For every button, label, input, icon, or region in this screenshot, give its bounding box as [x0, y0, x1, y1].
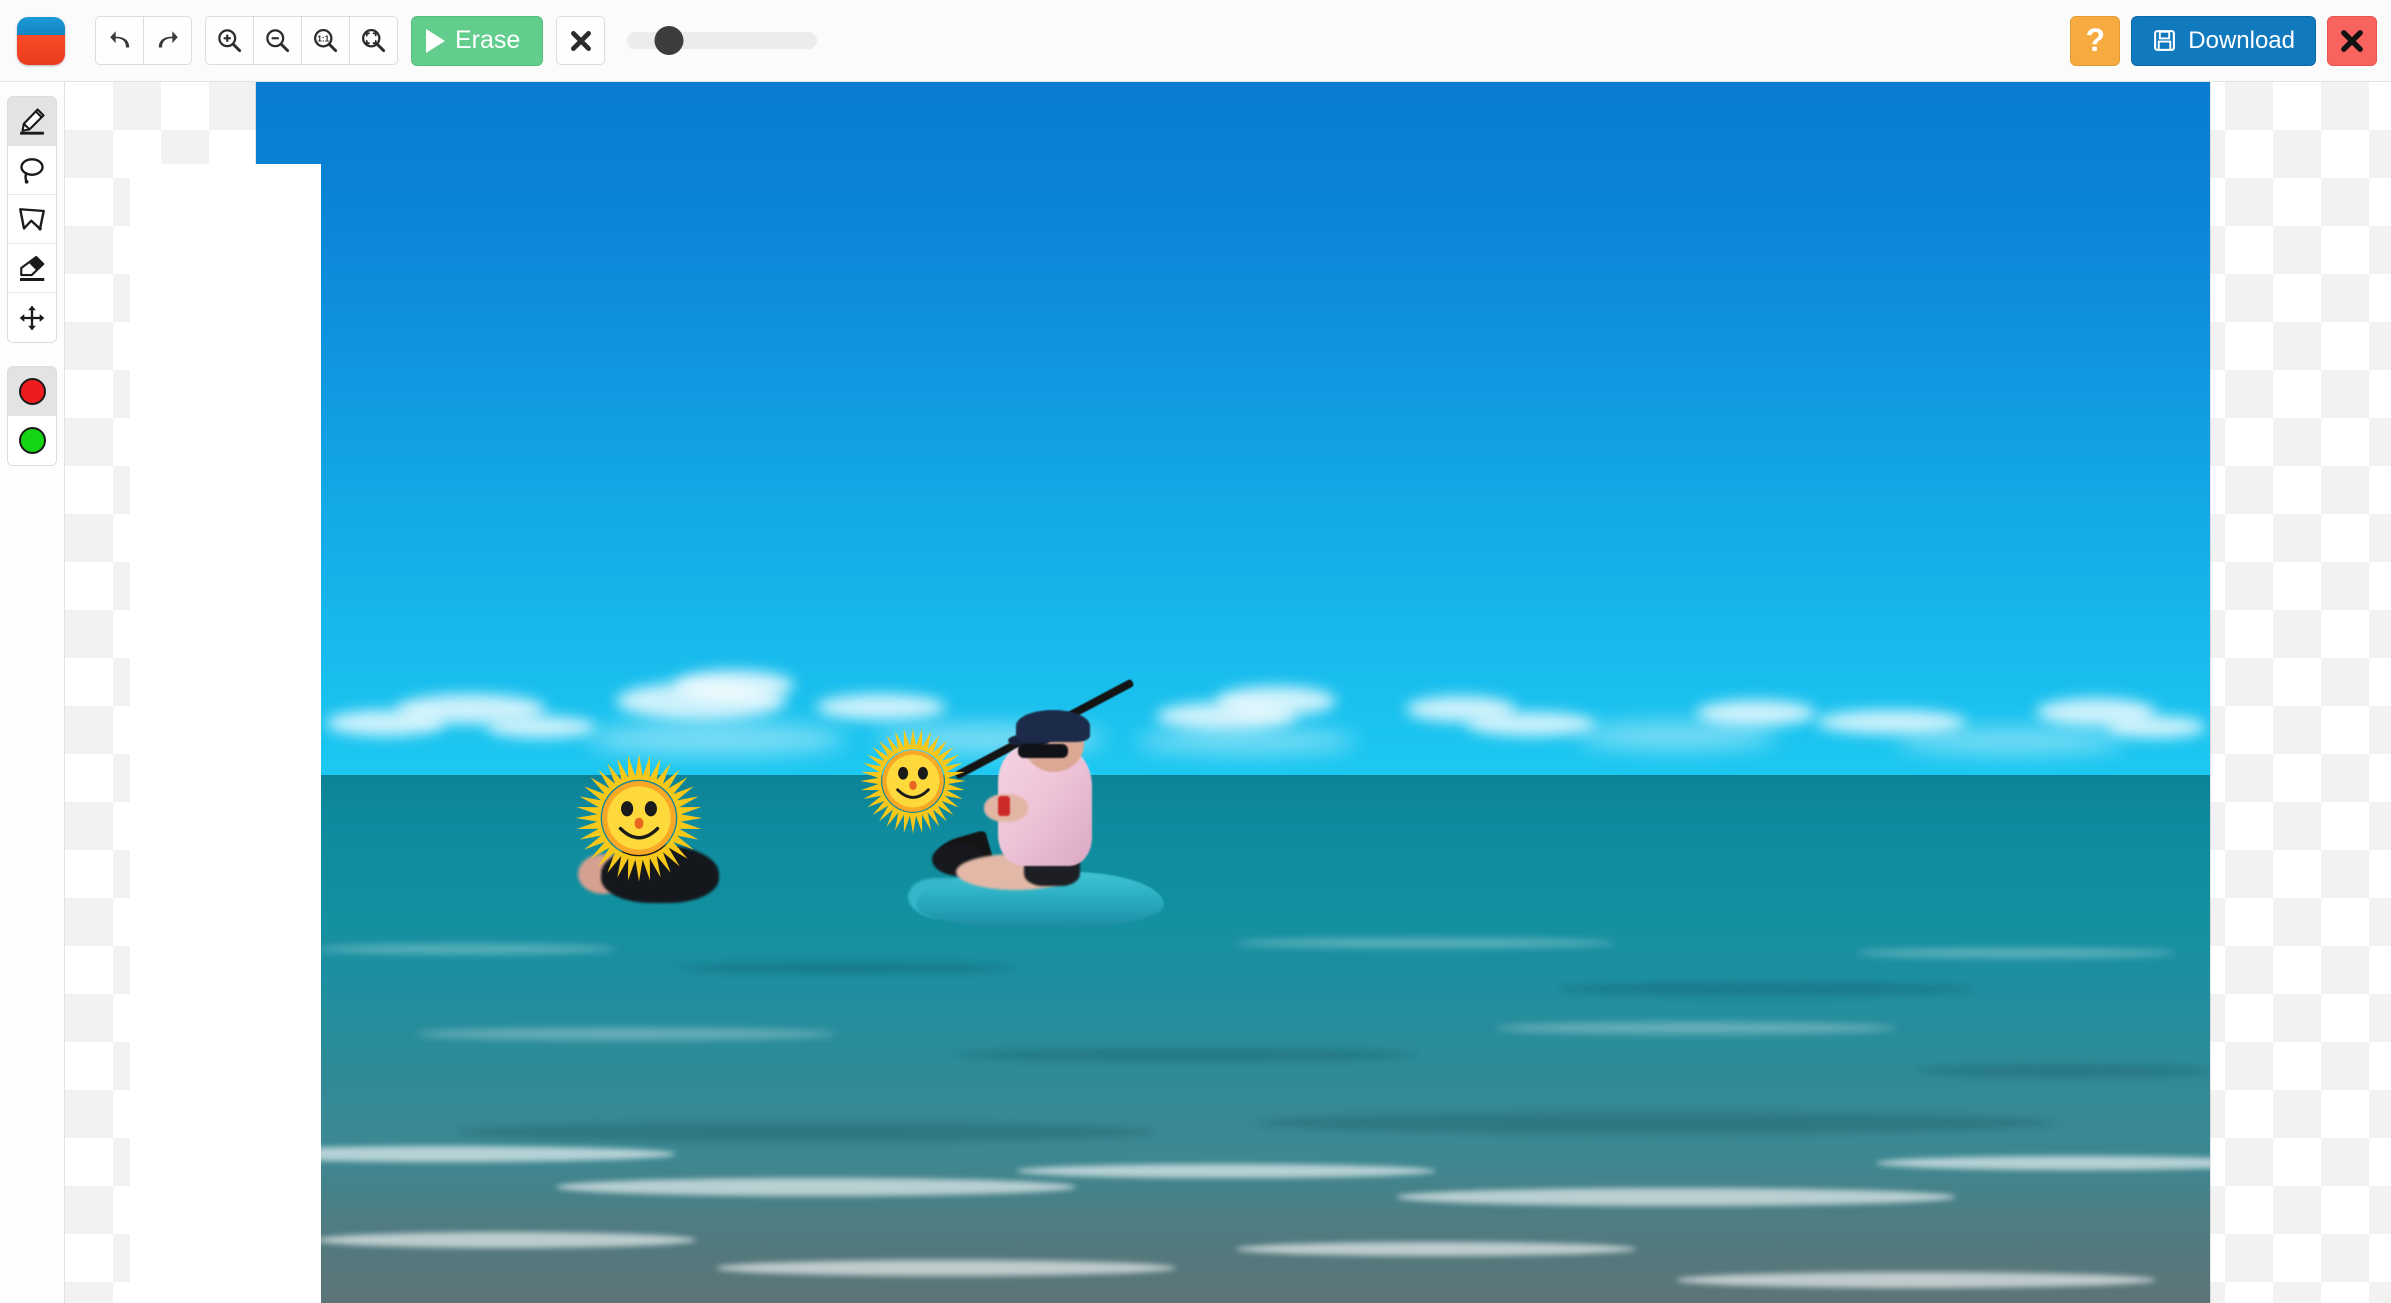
undo-arrow-icon	[109, 30, 129, 47]
wave-ripple	[416, 1028, 836, 1040]
x-close-icon	[2341, 29, 2363, 52]
clear-selection-button[interactable]	[556, 16, 606, 65]
close-button[interactable]	[2327, 15, 2377, 66]
cloud	[816, 694, 946, 720]
foam-streak	[556, 1178, 1076, 1196]
sun-smiley-icon	[860, 728, 966, 834]
lasso-icon	[20, 158, 44, 184]
move-arrows-icon	[19, 305, 45, 330]
polygon-icon	[19, 208, 45, 231]
svg-text:1:1: 1:1	[317, 34, 329, 44]
cloud	[1466, 712, 1596, 736]
eraser-app-logo	[17, 16, 65, 65]
green-circle-icon	[18, 427, 46, 454]
editing-image[interactable]	[256, 82, 2210, 1303]
canvas-checkerboard[interactable]	[65, 82, 2391, 1303]
foam-streak	[1236, 1242, 1636, 1256]
erase-button-label: Erase	[455, 26, 521, 54]
zoom-out-button[interactable]	[253, 16, 302, 65]
magnifier-plus-icon	[218, 29, 242, 53]
image-sea-far	[256, 775, 2210, 905]
top-toolbar: 1:1 Erase ? Download	[0, 0, 2391, 82]
redo-button[interactable]	[143, 16, 192, 65]
wave-ripple	[1916, 1064, 2210, 1078]
paddler-sunglasses	[1018, 744, 1068, 758]
play-triangle-icon	[426, 28, 445, 53]
brush-size-slider[interactable]	[627, 16, 818, 66]
cloud	[1136, 728, 1356, 754]
cloud	[486, 716, 596, 738]
wave-ripple	[1256, 1112, 2056, 1134]
logo-bottom-band	[17, 34, 65, 65]
sidebar-item-lasso[interactable]	[8, 146, 56, 195]
wave-ripple	[676, 962, 1016, 974]
image-sky	[256, 82, 2210, 775]
zoom-fit-button[interactable]	[349, 16, 398, 65]
paddler-wristband	[998, 796, 1010, 816]
foam-streak	[716, 1260, 1176, 1276]
erase-button[interactable]: Erase	[411, 15, 544, 66]
undo-button[interactable]	[95, 16, 144, 65]
foam-streak	[1676, 1272, 2156, 1288]
download-button[interactable]: Download	[2131, 15, 2316, 66]
foam-streak	[316, 1232, 696, 1248]
sun-emoji-swimmer[interactable]	[573, 752, 705, 884]
sun-smiley-icon	[575, 754, 703, 882]
left-tool-rail	[0, 82, 65, 1303]
question-mark-icon: ?	[2085, 22, 2106, 58]
foam-streak	[1016, 1164, 1436, 1178]
cloud	[1696, 700, 1816, 726]
cloud	[1576, 722, 1776, 750]
canvas-left-padding	[130, 164, 321, 1303]
wave-ripple	[1496, 1022, 1896, 1034]
cloud	[2106, 716, 2206, 738]
color-swatch-red[interactable]	[8, 367, 56, 416]
paddler-cap	[1016, 710, 1090, 742]
magnifier-fit-icon	[362, 29, 386, 53]
cloud	[1216, 686, 1336, 716]
wave-ripple	[1236, 938, 1616, 948]
sidebar-item-eraser[interactable]	[8, 244, 56, 293]
toolbar-right-group: ? Download	[2070, 15, 2391, 66]
logo-top-band	[17, 16, 65, 35]
cloud	[1896, 728, 2126, 754]
wave-ripple	[1556, 982, 1976, 996]
cloud	[674, 670, 794, 700]
toolbar-left-group: 1:1 Erase	[0, 15, 818, 66]
magnifier-minus-icon	[266, 29, 290, 53]
cloud	[586, 722, 846, 756]
history-button-group	[95, 16, 192, 65]
red-circle-icon	[18, 377, 46, 405]
sidebar-item-move[interactable]	[8, 293, 56, 342]
drawing-tool-stack	[7, 96, 57, 343]
floppy-disk-icon	[2154, 30, 2176, 51]
slider-thumb[interactable]	[654, 26, 684, 55]
sidebar-item-marker[interactable]	[8, 97, 56, 146]
color-swatch-stack	[7, 366, 57, 466]
x-mark-icon	[570, 30, 591, 51]
download-button-label: Download	[2188, 26, 2295, 54]
zoom-in-button[interactable]	[205, 16, 254, 65]
zoom-button-group: 1:1	[205, 16, 398, 65]
zoom-actual-size-button[interactable]: 1:1	[301, 16, 350, 65]
redo-arrow-icon	[158, 30, 178, 47]
help-button[interactable]: ?	[2070, 15, 2121, 66]
magnifier-one-to-one-icon: 1:1	[314, 29, 338, 53]
wave-ripple	[956, 1048, 1416, 1062]
wave-ripple	[1856, 948, 2176, 958]
sidebar-item-polygon[interactable]	[8, 195, 56, 244]
eraser-icon	[20, 255, 45, 281]
wave-ripple	[456, 1122, 1156, 1142]
wave-ripple	[316, 944, 616, 954]
sun-emoji-paddler[interactable]	[858, 726, 968, 836]
color-swatch-green[interactable]	[8, 416, 56, 465]
foam-streak	[1396, 1188, 1956, 1206]
marker-pen-icon	[20, 108, 45, 135]
